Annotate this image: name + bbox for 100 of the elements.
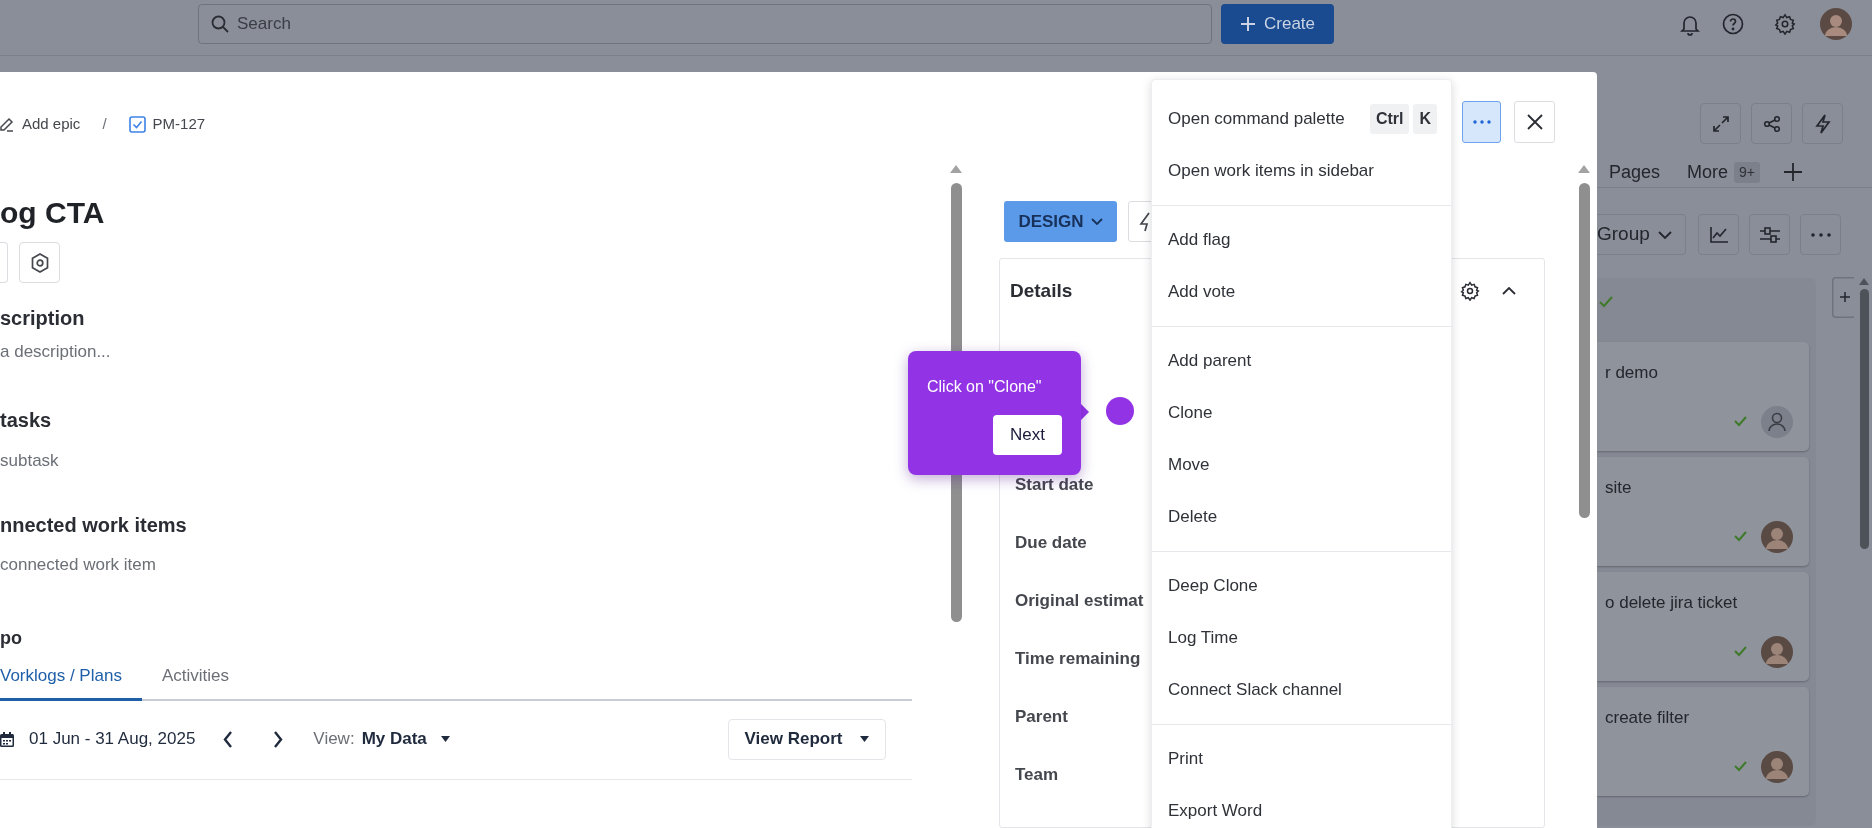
settings-icon[interactable] bbox=[1460, 281, 1480, 301]
share-button[interactable] bbox=[1751, 103, 1792, 144]
board-card[interactable]: r demo bbox=[1597, 342, 1809, 451]
filter-button[interactable] bbox=[1749, 214, 1790, 255]
section-heading: nnected work items bbox=[0, 513, 188, 538]
next-button[interactable]: Next bbox=[993, 415, 1062, 455]
section-heading: scription bbox=[0, 306, 86, 331]
placeholder-text[interactable]: a description... bbox=[0, 341, 912, 363]
calendar-icon[interactable] bbox=[0, 731, 14, 747]
check-icon bbox=[1734, 531, 1747, 542]
menu-item[interactable]: Add parent bbox=[1152, 335, 1451, 387]
chart-button[interactable] bbox=[1698, 214, 1739, 255]
check-icon bbox=[1734, 416, 1747, 427]
panel-heading: Details bbox=[1010, 278, 1073, 303]
scrollbar-thumb[interactable] bbox=[1578, 183, 1590, 518]
unassigned-avatar[interactable] bbox=[1761, 405, 1793, 438]
board-tab[interactable]: Pages bbox=[1609, 157, 1661, 187]
chevron-down-icon bbox=[1090, 218, 1103, 225]
menu-item[interactable]: Delete bbox=[1152, 491, 1451, 543]
user-avatar[interactable] bbox=[1820, 8, 1852, 40]
board-card[interactable]: site bbox=[1597, 457, 1809, 566]
menu-item[interactable]: Clone bbox=[1152, 387, 1451, 439]
placeholder-text[interactable]: connected work item bbox=[0, 554, 912, 576]
menu-item[interactable]: Add vote bbox=[1152, 266, 1451, 318]
scroll-up-arrow-icon[interactable] bbox=[1859, 278, 1869, 285]
lightning-icon bbox=[1139, 211, 1153, 232]
field-label: Original estimat bbox=[1015, 590, 1145, 612]
field-label: Due date bbox=[1015, 532, 1088, 554]
view-dropdown[interactable]: My Data bbox=[361, 726, 450, 752]
board-card[interactable]: create filter bbox=[1597, 687, 1809, 796]
view-label: View: bbox=[313, 728, 355, 751]
user-avatar[interactable] bbox=[1761, 635, 1793, 668]
pencil-icon bbox=[0, 116, 14, 132]
collapse-chevron-icon[interactable] bbox=[1502, 287, 1516, 295]
status-button[interactable]: DESIGN bbox=[1004, 201, 1117, 242]
plus-icon bbox=[1240, 16, 1256, 32]
view-report-button[interactable]: View Report bbox=[728, 718, 886, 760]
issue-title[interactable]: og CTA bbox=[0, 194, 912, 232]
field-label: Parent bbox=[1015, 706, 1069, 728]
previous-chevron-icon[interactable] bbox=[223, 730, 234, 748]
next-chevron-icon[interactable] bbox=[273, 730, 284, 748]
menu-item[interactable]: Move bbox=[1152, 439, 1451, 491]
hexagon-gear-icon bbox=[30, 252, 49, 273]
breadcrumb-separator: / bbox=[102, 113, 107, 134]
lightning-icon bbox=[1814, 113, 1831, 134]
add-icon[interactable] bbox=[1784, 163, 1803, 181]
menu-item[interactable]: Log Time bbox=[1152, 612, 1451, 664]
count-badge: 9+ bbox=[1734, 161, 1761, 183]
automation-button[interactable] bbox=[1802, 103, 1843, 144]
user-avatar[interactable] bbox=[1761, 750, 1793, 783]
menu-item[interactable]: Add flag bbox=[1152, 214, 1451, 266]
placeholder-text[interactable]: subtask bbox=[0, 450, 912, 472]
card-title: o delete jira ticket bbox=[1605, 592, 1739, 614]
notification-bell-icon[interactable] bbox=[1680, 14, 1700, 36]
line-chart-icon bbox=[1708, 225, 1729, 244]
add-column-icon[interactable] bbox=[1832, 277, 1854, 318]
more-button[interactable] bbox=[1800, 214, 1841, 255]
tab[interactable]: Activities bbox=[161, 663, 229, 701]
menu-item[interactable]: Export Word bbox=[1152, 785, 1451, 828]
check-icon bbox=[1599, 296, 1613, 308]
card-title: r demo bbox=[1605, 362, 1659, 384]
card-title: site bbox=[1605, 477, 1633, 499]
menu-item[interactable]: Print bbox=[1152, 733, 1451, 785]
user-avatar[interactable] bbox=[1761, 520, 1793, 553]
menu-item[interactable]: Open work items in sidebar bbox=[1152, 145, 1451, 197]
more-actions-button[interactable] bbox=[1462, 101, 1501, 143]
menu-item[interactable]: Open command palette Ctrl K bbox=[1152, 93, 1451, 145]
section-heading: po bbox=[0, 627, 23, 650]
scrollbar-thumb[interactable] bbox=[1859, 289, 1869, 549]
menu-item[interactable]: Deep Clone bbox=[1152, 560, 1451, 612]
shortcut-key: Ctrl bbox=[1369, 104, 1410, 134]
chevron-down-icon bbox=[1657, 230, 1672, 239]
shortcut-key: K bbox=[1413, 104, 1437, 134]
expand-icon bbox=[1711, 114, 1730, 133]
check-icon bbox=[1734, 761, 1747, 772]
more-icon bbox=[1810, 232, 1831, 237]
tab[interactable]: Vorklogs / Plans bbox=[0, 663, 142, 701]
date-range[interactable]: 01 Jun - 31 Aug, 2025 bbox=[29, 726, 196, 752]
breadcrumb-link[interactable]: PM-127 bbox=[152, 112, 206, 136]
checkbox-icon bbox=[128, 115, 146, 133]
close-button[interactable] bbox=[1514, 101, 1555, 143]
settings-button[interactable] bbox=[19, 242, 60, 283]
search-icon bbox=[211, 15, 229, 33]
board-tab[interactable]: More 9+ bbox=[1687, 157, 1761, 187]
card-title: create filter bbox=[1605, 707, 1691, 729]
field-label: Start date bbox=[1015, 474, 1095, 496]
share-icon bbox=[1762, 114, 1781, 133]
scroll-up-arrow-icon[interactable] bbox=[950, 165, 962, 173]
check-icon bbox=[1734, 646, 1747, 657]
help-icon[interactable] bbox=[1722, 13, 1744, 35]
expand-button[interactable] bbox=[1700, 103, 1741, 144]
board-card[interactable]: o delete jira ticket bbox=[1597, 572, 1809, 681]
more-icon bbox=[1472, 120, 1491, 124]
create-button[interactable]: Create bbox=[1221, 4, 1334, 44]
field-label: Time remaining bbox=[1015, 648, 1142, 670]
scroll-up-arrow-icon[interactable] bbox=[1578, 165, 1590, 173]
close-icon bbox=[1526, 114, 1543, 130]
breadcrumb-link[interactable]: Add epic bbox=[22, 112, 81, 136]
menu-item[interactable]: Connect Slack channel bbox=[1152, 664, 1451, 716]
section-heading: tasks bbox=[0, 408, 53, 433]
